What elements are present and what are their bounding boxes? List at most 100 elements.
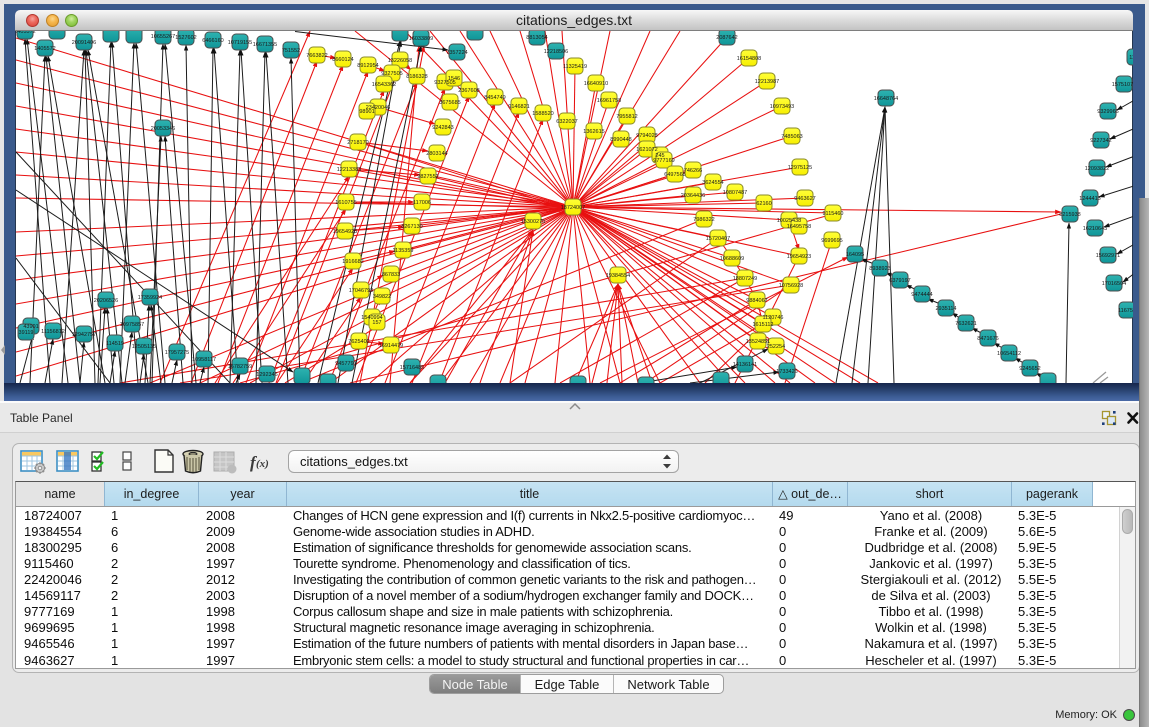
svg-text:1135359: 1135359 [392, 248, 413, 254]
svg-text:116753: 116753 [1118, 308, 1133, 314]
svg-text:12975125: 12975125 [788, 165, 812, 171]
svg-text:17957275: 17957275 [165, 350, 189, 356]
svg-text:10958117: 10958117 [192, 357, 216, 363]
svg-text:10807487: 10807487 [723, 190, 747, 196]
svg-text:9329966: 9329966 [1097, 109, 1118, 115]
svg-text:1112: 1112 [1129, 55, 1133, 61]
svg-text:17359924: 17359924 [138, 295, 162, 301]
svg-text:1588520: 1588520 [532, 111, 553, 117]
svg-text:10975857: 10975857 [120, 322, 144, 328]
svg-text:20091406: 20091406 [72, 40, 96, 46]
svg-text:16648764: 16648764 [874, 96, 898, 102]
svg-text:8471676: 8471676 [977, 336, 998, 342]
svg-text:62160: 62160 [756, 201, 771, 207]
svg-text:15751074: 15751074 [1112, 82, 1133, 88]
svg-text:19654923: 19654923 [333, 229, 357, 235]
svg-text:10756928: 10756928 [779, 283, 803, 289]
svg-text:349822: 349822 [373, 294, 391, 300]
svg-text:9227342: 9227342 [1090, 138, 1111, 144]
svg-text:12942757: 12942757 [72, 332, 96, 338]
svg-text:10719155: 10719155 [228, 40, 252, 46]
svg-text:3675685: 3675685 [439, 100, 460, 106]
svg-text:7625402: 7625402 [348, 339, 369, 345]
svg-text:17016504: 17016504 [1102, 281, 1126, 287]
svg-text:12218506: 12218506 [544, 49, 568, 55]
svg-text:19654923: 19654923 [787, 254, 811, 260]
svg-text:18724007: 18724007 [561, 205, 585, 211]
svg-text:17046793: 17046793 [349, 288, 373, 294]
svg-text:8660124: 8660124 [332, 57, 353, 63]
svg-text:6466160: 6466160 [202, 38, 223, 44]
svg-text:19384554: 19384554 [606, 273, 630, 279]
svg-text:15716485: 15716485 [400, 365, 424, 371]
svg-text:39119: 39119 [19, 330, 34, 336]
svg-text:8267130: 8267130 [401, 224, 422, 230]
svg-text:9827552: 9827552 [417, 174, 438, 180]
svg-text:12213987: 12213987 [755, 79, 779, 85]
svg-text:18807249: 18807249 [733, 276, 757, 282]
svg-text:7485063: 7485063 [781, 134, 802, 140]
svg-text:6497568: 6497568 [664, 172, 685, 178]
svg-text:9463627: 9463627 [794, 196, 815, 202]
svg-text:157: 157 [372, 320, 381, 326]
svg-text:16671355: 16671355 [253, 42, 277, 48]
svg-text:16495758: 16495758 [787, 224, 811, 230]
svg-text:10654112: 10654112 [997, 351, 1021, 357]
svg-text:9146821: 9146821 [508, 104, 529, 110]
svg-text:3624554: 3624554 [702, 180, 723, 186]
svg-text:117006: 117006 [413, 200, 431, 206]
svg-text:6322037: 6322037 [556, 119, 577, 125]
svg-text:13226058: 13226058 [388, 58, 412, 64]
svg-text:16543362: 16543362 [372, 82, 396, 88]
svg-text:867833: 867833 [382, 272, 400, 278]
svg-text:16154808: 16154808 [737, 56, 761, 62]
svg-text:9115460: 9115460 [822, 211, 843, 217]
svg-text:7663822: 7663822 [306, 53, 327, 59]
svg-text:2087642: 2087642 [716, 35, 737, 41]
svg-text:20206526: 20206526 [94, 298, 118, 304]
svg-text:11156812: 11156812 [41, 329, 65, 335]
svg-text:8938923: 8938923 [869, 266, 890, 272]
svg-text:8813054: 8813054 [526, 35, 547, 41]
svg-text:8454749: 8454749 [484, 95, 505, 101]
svg-text:7632621: 7632621 [955, 321, 976, 327]
svg-text:9884067: 9884067 [746, 298, 767, 304]
svg-text:2935114: 2935114 [935, 306, 956, 312]
svg-text:252254: 252254 [767, 344, 785, 350]
svg-text:8990448: 8990448 [610, 137, 631, 143]
svg-text:15692971: 15692971 [1096, 253, 1120, 259]
svg-text:1610755: 1610755 [335, 200, 356, 206]
svg-text:14136141: 14136141 [733, 362, 757, 368]
svg-text:12213383: 12213383 [337, 167, 361, 173]
svg-text:1362615: 1362615 [583, 129, 604, 135]
svg-text:1405572: 1405572 [34, 46, 55, 52]
svg-text:2718170: 2718170 [347, 140, 368, 146]
svg-text:751552: 751552 [282, 48, 300, 54]
svg-text:9457791: 9457791 [335, 361, 356, 367]
svg-text:9327505: 9327505 [381, 71, 402, 77]
svg-text:2367608: 2367608 [458, 88, 479, 94]
svg-text:114519: 114519 [106, 341, 124, 347]
svg-text:164095: 164095 [846, 252, 864, 258]
svg-text:9777169: 9777169 [653, 158, 674, 164]
svg-text:10973493: 10973493 [770, 104, 794, 110]
svg-text:15300275: 15300275 [521, 219, 545, 225]
svg-text:15720407: 15720407 [706, 236, 730, 242]
svg-text:1244415: 1244415 [1079, 196, 1100, 202]
svg-text:9699695: 9699695 [821, 238, 842, 244]
svg-text:2803144: 2803144 [426, 151, 447, 157]
svg-text:7955812: 7955812 [616, 114, 637, 120]
svg-text:1615112: 1615112 [752, 322, 773, 328]
svg-text:9794028: 9794028 [636, 133, 657, 139]
svg-text:1292346: 1292346 [256, 372, 277, 378]
svg-text:1546: 1546 [448, 76, 460, 82]
svg-text:1916682: 1916682 [342, 259, 363, 265]
svg-text:1405572: 1405572 [16, 31, 36, 35]
svg-text:10688609: 10688609 [720, 256, 744, 262]
svg-text:16914479: 16914479 [379, 343, 403, 349]
svg-text:1120746: 1120746 [762, 315, 783, 321]
svg-text:7986322: 7986322 [693, 217, 714, 223]
svg-text:98901: 98901 [359, 109, 374, 115]
svg-text:8215938: 8215938 [1059, 212, 1080, 218]
svg-text:1527602: 1527602 [175, 35, 196, 41]
